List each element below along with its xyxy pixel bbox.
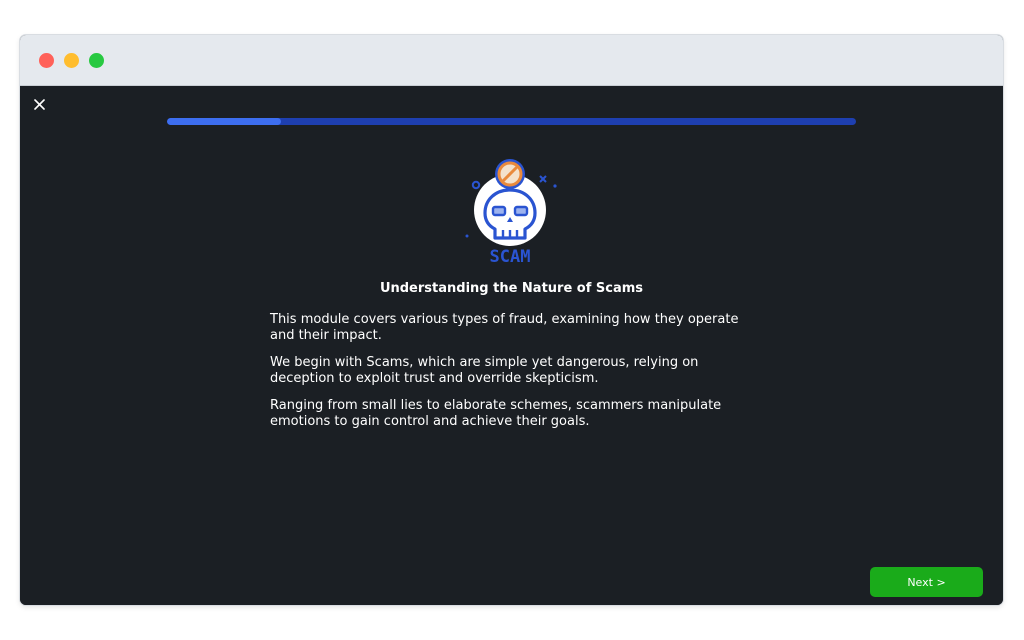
module-description: This module covers various types of frau… xyxy=(270,312,760,441)
progress-bar-fill xyxy=(167,118,281,125)
module-title: Understanding the Nature of Scams xyxy=(379,281,644,296)
skull-scam-icon: SCAM xyxy=(465,159,557,267)
window-close-button[interactable] xyxy=(39,53,54,68)
close-button[interactable] xyxy=(30,95,48,113)
app-window: SCAM Understanding the Nature of Scams T… xyxy=(20,35,1003,605)
close-icon xyxy=(33,98,45,110)
progress-bar xyxy=(167,118,856,125)
paragraph-1: This module covers various types of frau… xyxy=(270,312,739,343)
paragraph-2: We begin with Scams, which are simple ye… xyxy=(270,355,699,386)
skull-scam-illustration: SCAM xyxy=(465,154,565,267)
paragraph-3: Ranging from small lies to elaborate sch… xyxy=(270,398,722,429)
window-titlebar xyxy=(20,35,1003,86)
illustration-label: SCAM xyxy=(490,247,531,266)
next-button[interactable]: Next > xyxy=(870,567,983,597)
window-minimize-button[interactable] xyxy=(64,53,79,68)
module-content: SCAM Understanding the Nature of Scams T… xyxy=(20,86,1003,605)
window-maximize-button[interactable] xyxy=(89,53,104,68)
